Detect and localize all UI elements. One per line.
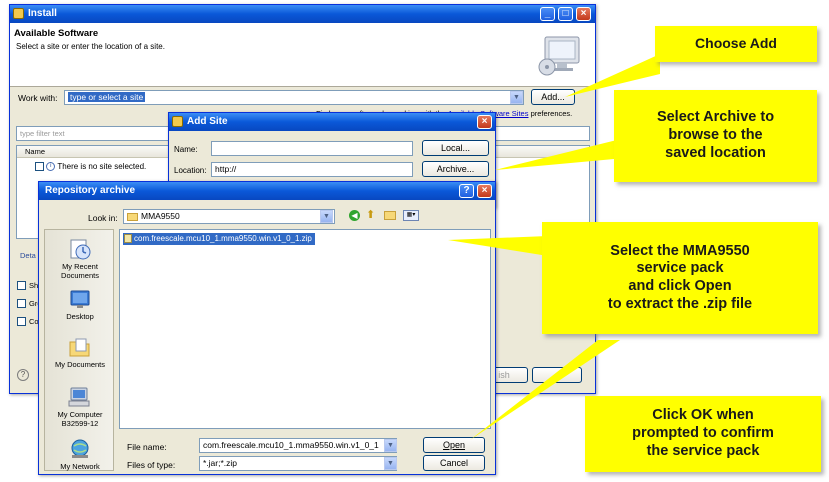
- pointer-select-pack: [448, 236, 548, 256]
- callout-click-ok: Click OK when prompted to confirm the se…: [585, 396, 821, 472]
- pointer-select-archive: [495, 138, 625, 170]
- callout-select-pack: Select the MMA9550 service pack and clic…: [542, 222, 818, 334]
- callout-choose-add: Choose Add: [655, 26, 817, 62]
- callout-select-archive: Select Archive to browse to the saved lo…: [614, 90, 817, 182]
